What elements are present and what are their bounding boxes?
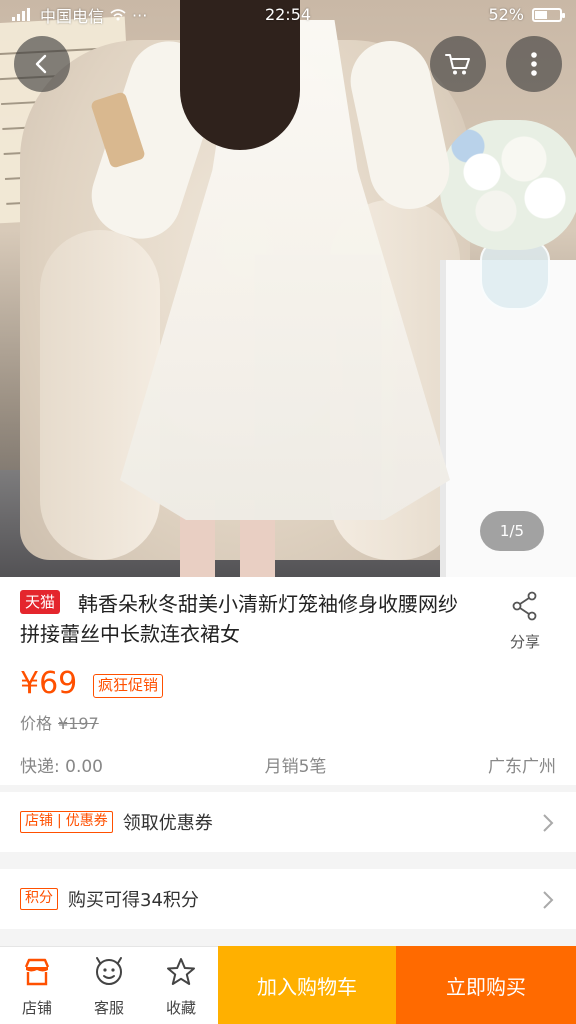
add-to-cart-button[interactable]: 加入购物车	[218, 946, 396, 1024]
shop-nav-button[interactable]: 店铺	[1, 947, 73, 1024]
buy-now-button[interactable]: 立即购买	[396, 946, 576, 1024]
shipping-fee: 快递: 0.00	[20, 757, 103, 777]
product-title: 韩香朵秋冬甜美小清新灯笼袖修身收腰网纱拼接蕾丝中长款连衣裙女	[20, 592, 458, 646]
shipping-info: 快递: 0.00 月销5笔 广东广州	[20, 752, 556, 777]
favorite-nav-button[interactable]: 收藏	[145, 947, 217, 1024]
shop-icon	[22, 957, 52, 991]
shop-label: 店铺	[21, 999, 52, 1017]
service-icon	[93, 955, 125, 991]
product-image[interactable]	[0, 0, 576, 577]
battery-icon	[532, 7, 565, 22]
image-counter: 1/5	[480, 511, 544, 551]
coupon-tag-right: 优惠券	[65, 813, 108, 829]
image-sofa-arm	[40, 230, 160, 560]
coupon-text: 领取优惠券	[122, 813, 213, 834]
favorite-label: 收藏	[165, 999, 196, 1017]
cart-icon	[445, 52, 471, 76]
monthly-sales: 月销5笔	[264, 757, 327, 777]
share-button[interactable]: 分享	[500, 591, 550, 652]
back-button[interactable]	[14, 36, 70, 92]
chevron-right-icon	[542, 890, 554, 914]
chevron-right-icon	[542, 813, 554, 837]
back-icon	[31, 53, 53, 75]
image-flowers	[440, 120, 576, 250]
star-icon	[166, 957, 196, 991]
ship-from-location: 广东广州	[488, 757, 556, 777]
more-button[interactable]	[506, 36, 562, 92]
cart-button[interactable]	[430, 36, 486, 92]
points-row[interactable]: 积分 购买可得34积分	[0, 869, 576, 929]
share-icon	[511, 591, 539, 625]
original-price-value: ¥197	[58, 714, 99, 733]
battery-fill	[535, 10, 548, 19]
product-price: ¥69	[20, 666, 78, 701]
points-tag: 积分	[20, 888, 58, 910]
original-price: 价格 ¥197	[20, 710, 99, 734]
original-price-label: 价格	[20, 714, 53, 733]
image-vase	[480, 240, 550, 310]
product-info: 天猫 韩香朵秋冬甜美小清新灯笼袖修身收腰网纱拼接蕾丝中长款连衣裙女 分享 ¥69…	[0, 577, 576, 785]
service-nav-button[interactable]: 客服	[73, 947, 145, 1024]
points-text: 购买可得34积分	[68, 890, 199, 911]
battery-percent: 52%	[488, 5, 524, 24]
coupon-row[interactable]: 店铺 | 优惠券 领取优惠券	[0, 792, 576, 852]
promo-tag: 疯狂促销	[93, 674, 164, 698]
more-icon	[530, 51, 538, 77]
status-bar: 中国电信 ··· 22:54 52%	[0, 0, 576, 30]
service-label: 客服	[93, 999, 124, 1017]
coupon-tag: 店铺 | 优惠券	[20, 811, 113, 833]
share-label: 分享	[509, 633, 540, 651]
coupon-tag-left: 店铺	[25, 813, 53, 829]
